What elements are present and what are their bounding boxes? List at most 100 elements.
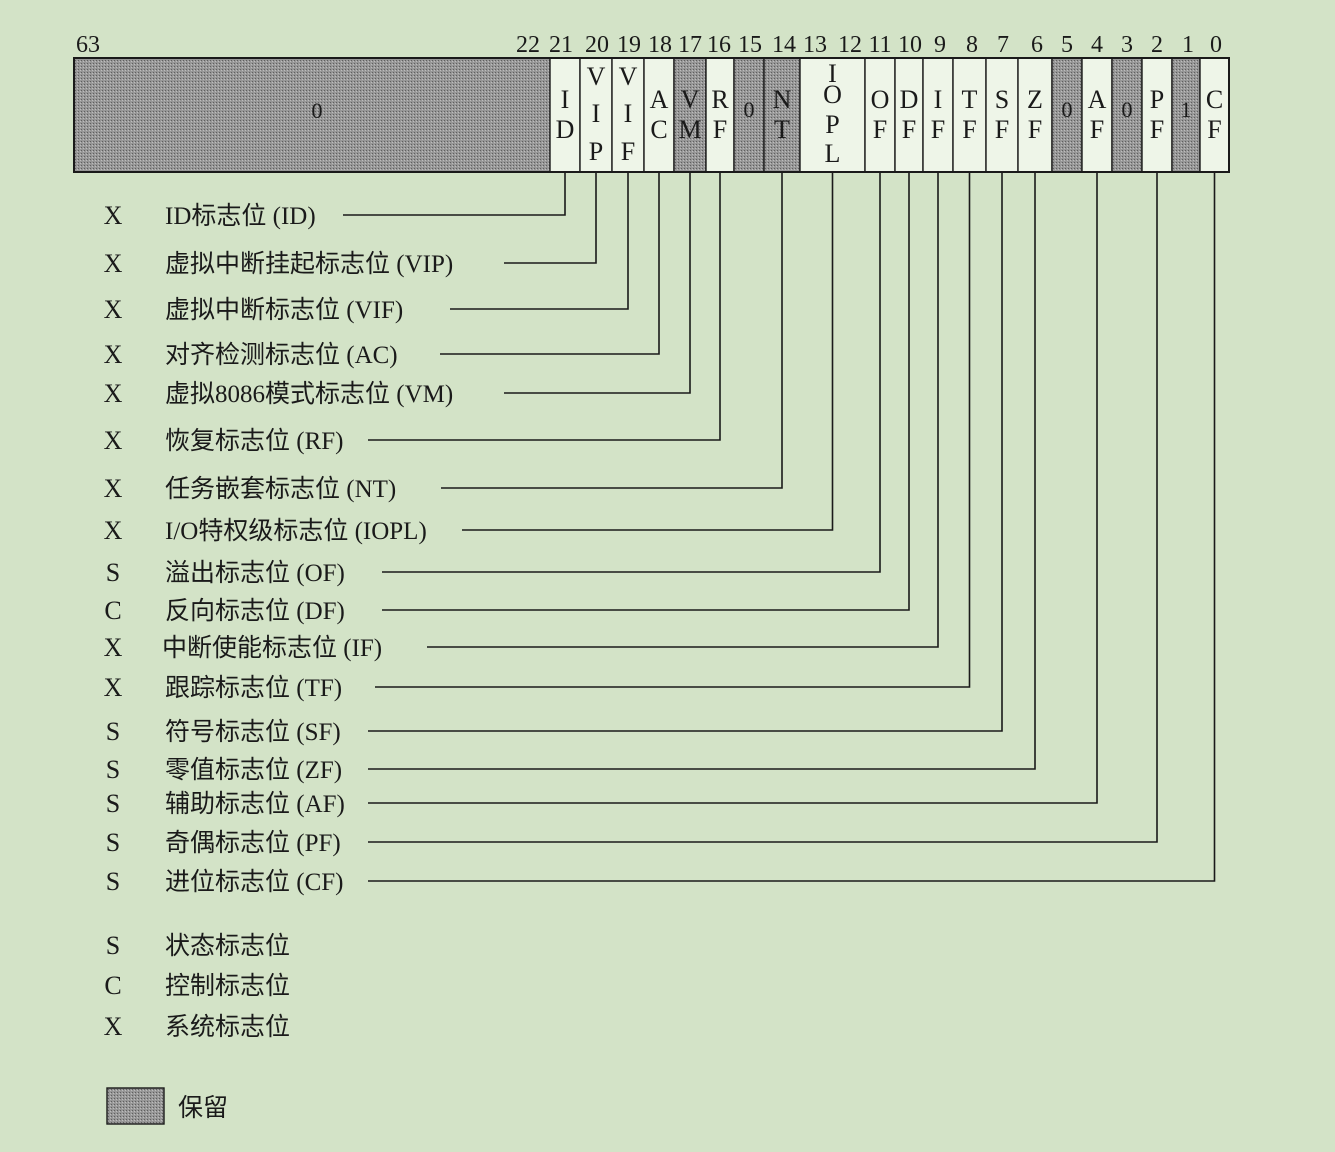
bit-number: 8 [966, 32, 978, 58]
flag-label: 任务嵌套标志位 (NT) [165, 475, 396, 503]
field-letter: F [902, 115, 916, 144]
register-field-rf: RF [705, 57, 735, 173]
register-field-vip: VIP [579, 57, 613, 173]
flag-label: 符号标志位 (SF) [165, 718, 341, 746]
flag-row: X 任务嵌套标志位 (NT) [104, 474, 397, 503]
flag-label: 零值标志位 (ZF) [165, 756, 342, 784]
flag-label: 反向标志位 (DF) [165, 597, 345, 625]
field-letter: P [1150, 85, 1164, 114]
register-field-0: 0 [1051, 57, 1083, 173]
eflags-diagram: 63 22 21 20 19 18 17 16 15 14 13 12 11 10 9 8 7 6 5 4 3 2 1 0 0… [0, 0, 1335, 1147]
bit-number: 19 [617, 32, 641, 58]
flag-label: 辅助标志位 (AF) [165, 790, 345, 818]
bit-number: 2 [1151, 32, 1163, 58]
register-field-1: 1 [1171, 57, 1201, 173]
flag-row: X 虚拟中断标志位 (VIF) [104, 295, 404, 324]
flag-label: 溢出标志位 (OF) [165, 559, 345, 587]
bit-number: 14 [772, 32, 796, 58]
flag-row: S 奇偶标志位 (PF) [106, 828, 341, 857]
flag-type: S [106, 717, 120, 746]
flag-row: S 进位标志位 (CF) [106, 867, 344, 896]
flag-row: S 符号标志位 (SF) [106, 717, 341, 746]
legend-item: C 控制标志位 [104, 971, 290, 1000]
leader-line [504, 172, 691, 394]
flag-row: X 虚拟中断挂起标志位 (VIP) [104, 249, 454, 278]
field-letter: I [934, 85, 943, 114]
field-letter: T [962, 85, 978, 114]
field-letter: Z [1027, 85, 1043, 114]
flag-row: X 跟踪标志位 (TF) [104, 673, 342, 702]
legend-label: 状态标志位 [165, 932, 290, 960]
field-letter: I [624, 99, 633, 128]
field-letter: F [1207, 115, 1221, 144]
bit-number: 16 [707, 32, 731, 58]
register-field-sf: SF [985, 57, 1019, 173]
field-letter: N [773, 85, 792, 114]
register-field-0: 0 [733, 57, 765, 173]
field-letter: P [589, 137, 603, 166]
field-letter: C [650, 115, 667, 144]
register-field-df: DF [894, 57, 924, 173]
field-letter: F [873, 115, 887, 144]
field-letter: 0 [1062, 97, 1073, 122]
field-letter: F [1090, 115, 1104, 144]
legend-item: X 系统标志位 [104, 1012, 290, 1041]
field-letter: T [774, 115, 790, 144]
bit-number: 0 [1210, 32, 1222, 58]
bit-number: 10 [898, 32, 922, 58]
bit-number: 63 [76, 32, 100, 58]
flag-row: X 对齐检测标志位 (AC) [104, 340, 398, 369]
flag-type: S [106, 558, 120, 587]
register-field-0: 0 [1111, 57, 1143, 173]
bit-number: 18 [648, 32, 672, 58]
leader-line [504, 172, 597, 264]
flag-label: 恢复标志位 (RF) [165, 427, 343, 455]
flag-row: X I/O特权级标志位 (IOPL) [104, 516, 427, 545]
flag-type-legend: S 状态标志位 C 控制标志位 X 系统标志位 [104, 931, 290, 1041]
bit-number: 1 [1182, 32, 1194, 58]
flag-row: X ID标志位 (ID) [104, 201, 316, 230]
leader-line [382, 172, 910, 611]
flag-label: 奇偶标志位 (PF) [165, 829, 341, 857]
bit-number: 5 [1061, 32, 1073, 58]
flag-type: X [104, 340, 123, 369]
legend-type: C [104, 971, 121, 1000]
leader-lines [343, 172, 1216, 882]
field-letter: O [823, 80, 842, 109]
flag-row: S 辅助标志位 (AF) [106, 789, 345, 818]
register-field-ac: AC [643, 57, 675, 173]
leader-line [427, 172, 939, 648]
flag-list: X ID标志位 (ID) X 虚拟中断挂起标志位 (VIP) X 虚拟中断标志位 (VIF… [104, 201, 454, 896]
bit-number: 15 [738, 32, 762, 58]
register-field-zf: ZF [1017, 57, 1053, 173]
flag-label: 中断使能标志位 (IF) [162, 634, 382, 662]
field-letter: C [1206, 85, 1223, 114]
eflags-register-svg: 63 22 21 20 19 18 17 16 15 14 13 12 11 10 9 8 7 6 5 4 3 2 1 0 0… [73, 32, 1230, 1125]
field-letter: V [681, 85, 700, 114]
register-field-if: IF [922, 57, 954, 173]
bit-number: 3 [1121, 32, 1133, 58]
register-box: 0 IDVIPVIFACVMRF0 NTIOPLOFDFIFTFSFZF0 AF0 PF… [73, 57, 1230, 173]
field-letter: F [1028, 115, 1042, 144]
flag-type: X [104, 516, 123, 545]
field-letter: 0 [744, 97, 755, 122]
register-field-of: OF [864, 57, 896, 173]
field-letter: S [995, 85, 1009, 114]
leader-line [450, 172, 629, 310]
flag-label: 对齐检测标志位 (AC) [165, 341, 398, 369]
flag-label: 虚拟8086模式标志位 (VM) [165, 380, 453, 408]
field-letter: I [561, 85, 570, 114]
flag-row: S 零值标志位 (ZF) [106, 755, 342, 784]
legend-type: X [104, 1012, 123, 1041]
legend-label: 控制标志位 [165, 972, 290, 1000]
legend-label: 系统标志位 [165, 1013, 290, 1041]
flag-type: X [104, 379, 123, 408]
register-field-vif: VIF [611, 57, 645, 173]
field-letter: A [650, 85, 669, 114]
bit-number: 17 [678, 32, 702, 58]
flag-label: ID标志位 (ID) [165, 202, 316, 230]
register-field-tf: TF [952, 57, 987, 173]
field-letter: F [995, 115, 1009, 144]
leader-line [343, 172, 566, 216]
register-field-cf: CF [1199, 57, 1230, 173]
